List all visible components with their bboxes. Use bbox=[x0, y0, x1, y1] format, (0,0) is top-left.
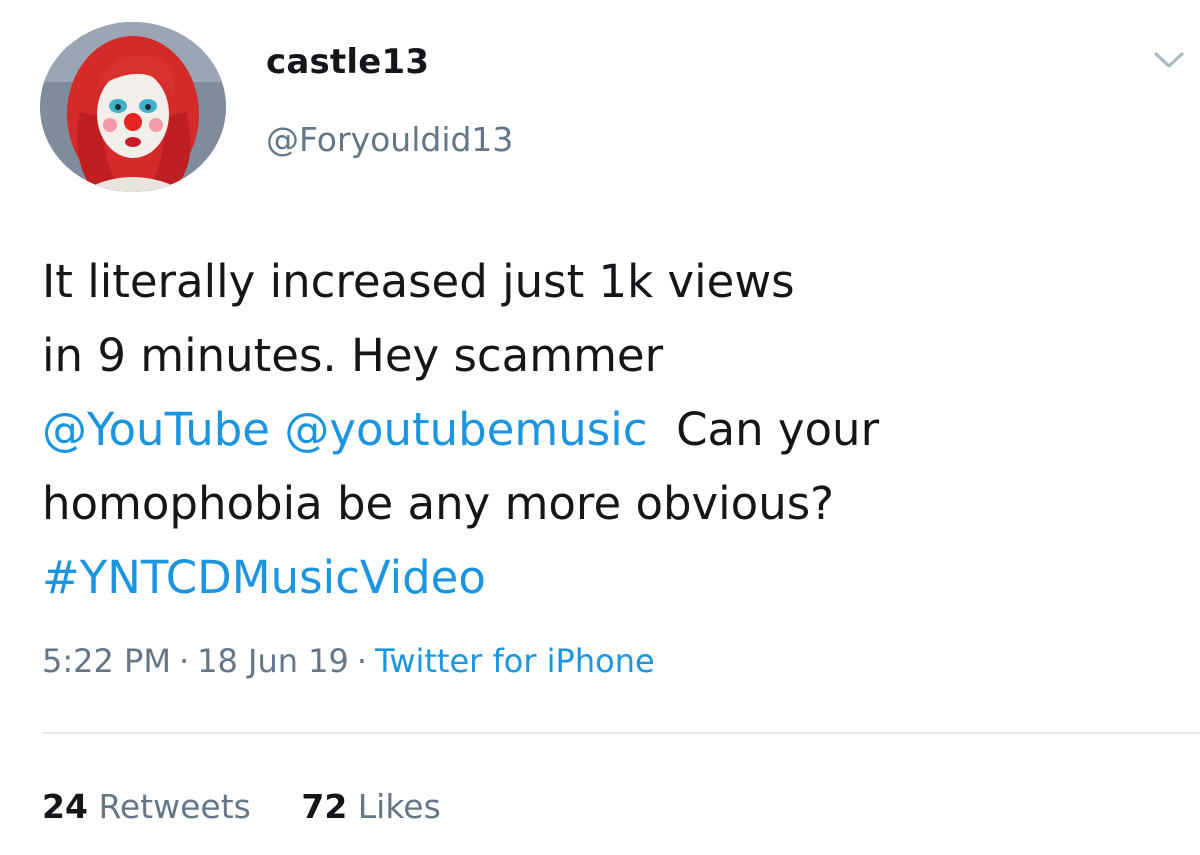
tweet-text-line: It literally increased just 1k views bbox=[42, 255, 795, 308]
retweets-stat[interactable]: 24 Retweets bbox=[42, 787, 251, 826]
divider bbox=[42, 732, 1200, 734]
hashtag-link[interactable]: #YNTCDMusicVideo bbox=[42, 551, 486, 604]
tweet-text-line: @YouTube @youtubemusic Can your bbox=[42, 393, 1172, 467]
separator: · bbox=[356, 642, 368, 680]
likes-label: Likes bbox=[357, 787, 441, 826]
separator: · bbox=[178, 642, 190, 680]
mention-link[interactable]: @YouTube bbox=[42, 403, 270, 456]
tweet-text-fragment: Can your bbox=[676, 403, 880, 456]
tweet-stats: 24 Retweets 72 Likes bbox=[42, 787, 481, 826]
tweet-text-line: homophobia be any more obvious? bbox=[42, 477, 835, 530]
tweet-text: It literally increased just 1k views in … bbox=[42, 245, 1172, 615]
tweet-time[interactable]: 5:22 PM bbox=[42, 642, 171, 680]
avatar[interactable] bbox=[40, 22, 226, 192]
display-name[interactable]: castle13 bbox=[266, 42, 429, 82]
chevron-down-icon[interactable] bbox=[1151, 44, 1187, 76]
mention-link[interactable]: @youtubemusic bbox=[284, 403, 647, 456]
tweet-text-line: in 9 minutes. Hey scammer bbox=[42, 329, 664, 382]
tweet-text-line: #YNTCDMusicVideo bbox=[42, 541, 1172, 615]
avatar-image bbox=[40, 22, 226, 192]
tweet-date[interactable]: 18 Jun 19 bbox=[197, 642, 349, 680]
likes-count: 72 bbox=[301, 787, 348, 826]
tweet-source-link[interactable]: Twitter for iPhone bbox=[375, 642, 655, 680]
user-handle[interactable]: @Foryouldid13 bbox=[266, 120, 513, 159]
tweet-meta: 5:22 PM · 18 Jun 19 · Twitter for iPhone bbox=[42, 642, 655, 680]
retweets-count: 24 bbox=[42, 787, 88, 826]
likes-stat[interactable]: 72 Likes bbox=[301, 787, 440, 826]
retweets-label: Retweets bbox=[98, 787, 251, 826]
